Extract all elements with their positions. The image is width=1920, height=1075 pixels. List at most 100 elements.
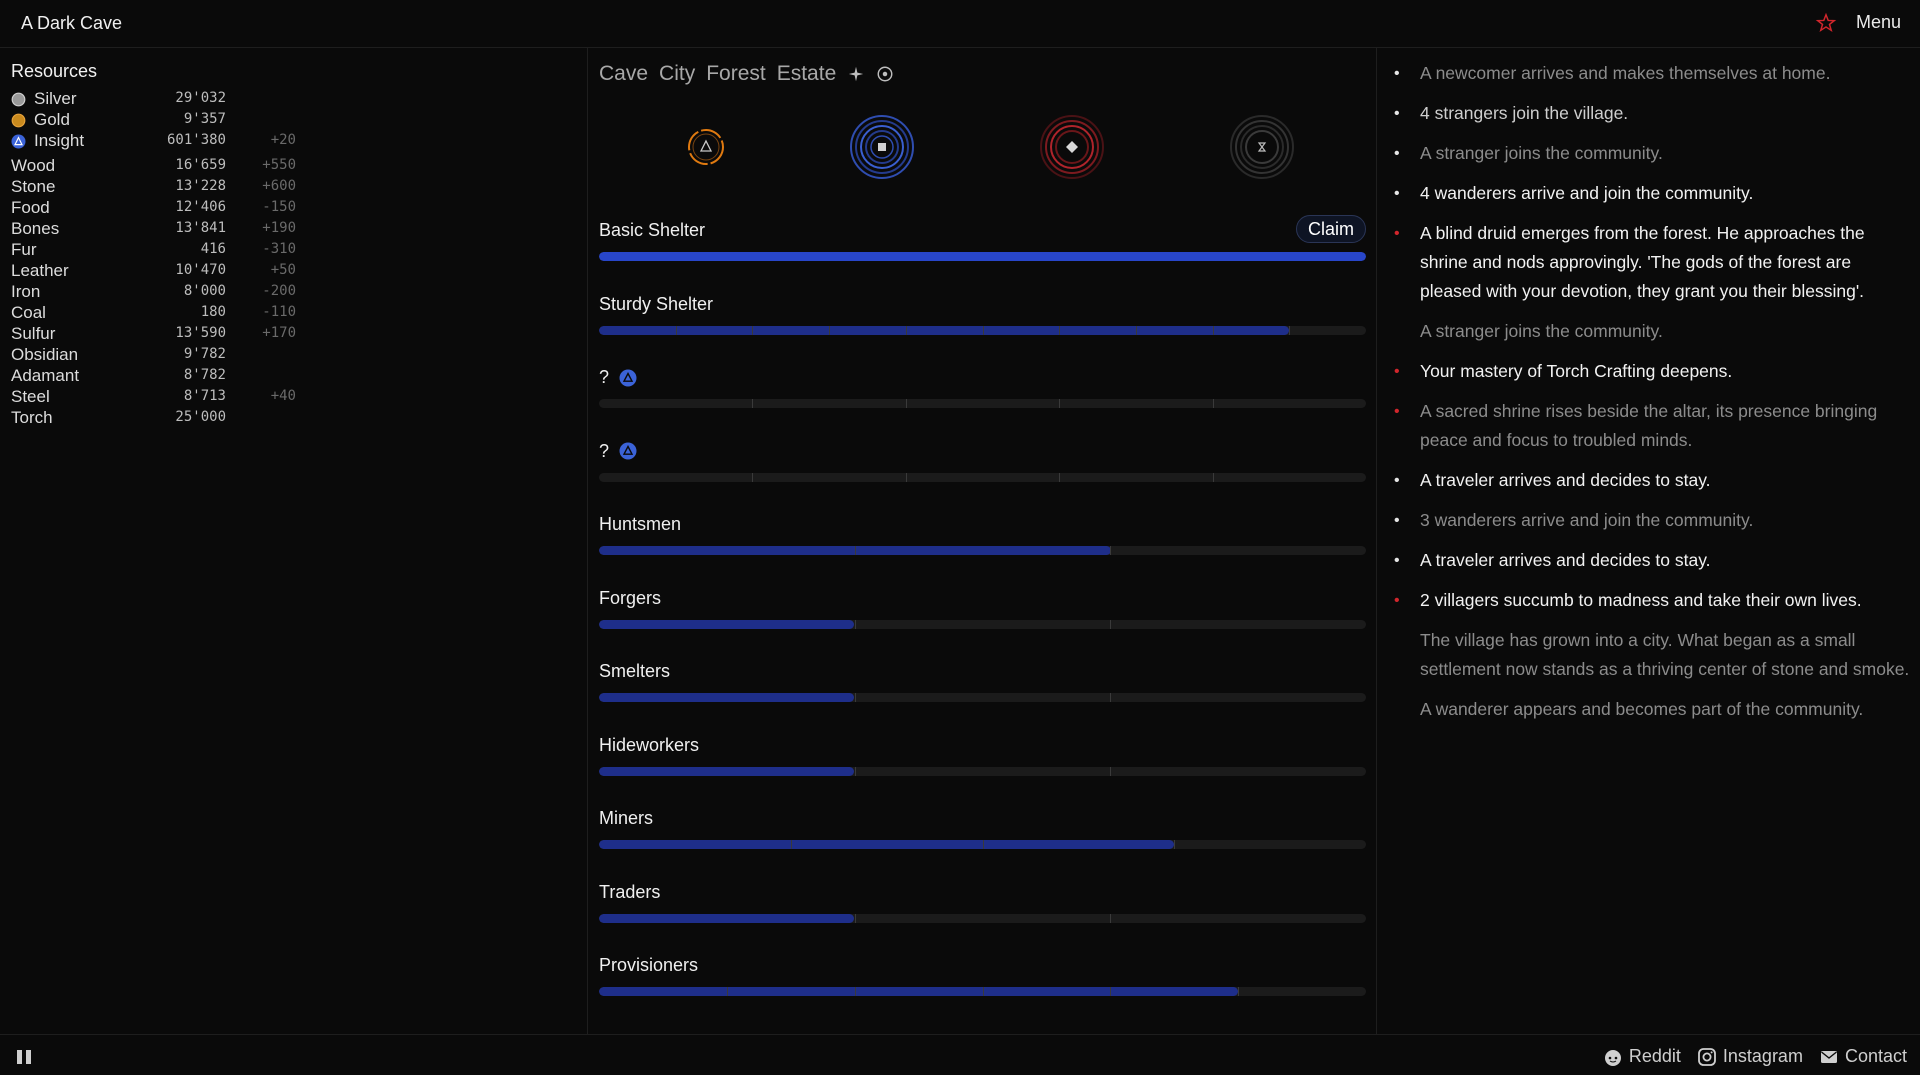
progress-tick — [855, 766, 856, 776]
tab-forest[interactable]: Forest — [706, 62, 766, 86]
job-label: Forgers — [599, 587, 662, 608]
log-bullet: • — [1394, 512, 1400, 529]
resource-row-gold: Gold 9'357 — [11, 110, 311, 131]
instagram-link[interactable]: Instagram — [1697, 1046, 1803, 1067]
progress-tick — [1213, 325, 1214, 335]
log-text: The village has grown into a city. What … — [1420, 630, 1910, 679]
job-miners[interactable]: Miners — [599, 808, 1366, 868]
log-bullet: • — [1394, 472, 1400, 489]
resource-name: Bones — [11, 219, 60, 238]
progress-tick — [906, 472, 907, 482]
progress-tick — [855, 913, 856, 923]
event-log: • A newcomer arrives and makes themselves… — [1390, 59, 1910, 735]
triangle-ring-icon[interactable] — [673, 114, 739, 180]
unknown-label: ? — [599, 367, 610, 387]
resource-name: Food — [11, 198, 50, 217]
progress-tick — [906, 325, 907, 335]
insight-triangle-icon — [619, 369, 637, 386]
bottom-bar: Reddit Instagram Contact — [0, 1034, 1920, 1075]
job-provisioners[interactable]: Provisioners — [599, 955, 1366, 1015]
progress-tick — [727, 987, 728, 996]
tab-cave[interactable]: Cave — [599, 62, 648, 86]
job-hideworkers[interactable]: Hideworkers — [599, 735, 1366, 795]
job-locked[interactable]: ? — [599, 367, 1366, 427]
resource-name: Insight — [34, 131, 85, 150]
progress-fill — [599, 693, 855, 702]
job-label: Huntsmen — [599, 514, 682, 534]
job-forgers[interactable]: Forgers — [599, 588, 1366, 648]
focus-rings — [588, 114, 1377, 184]
resource-amount: 29'032 — [175, 90, 226, 106]
log-text: A stranger joins the community. — [1420, 143, 1663, 163]
top-bar: A Dark Cave Menu — [0, 0, 1920, 48]
resource-row-adamant: Adamant 8'782 — [11, 366, 311, 387]
progress-tick — [1213, 399, 1214, 408]
resource-amount: 9'782 — [183, 346, 226, 362]
square-ring-icon[interactable] — [849, 114, 915, 180]
job-sturdy-shelter[interactable]: Sturdy Shelter — [599, 294, 1366, 354]
log-text: A traveler arrives and decides to stay. — [1420, 470, 1711, 490]
log-entry: • A newcomer arrives and makes themselves… — [1390, 59, 1910, 88]
log-text: A stranger joins the community. — [1420, 321, 1663, 341]
resource-rate: +190 — [262, 220, 296, 236]
tab-city[interactable]: City — [659, 62, 695, 86]
progress-tick — [855, 546, 856, 555]
resource-row-obsidian: Obsidian 9'782 — [11, 345, 311, 366]
resource-amount: 16'659 — [175, 157, 226, 173]
silver-coin-icon — [11, 92, 26, 107]
pause-icon[interactable] — [16, 1049, 32, 1065]
instagram-label: Instagram — [1722, 1046, 1803, 1066]
gold-coin-icon — [11, 113, 26, 128]
job-traders[interactable]: Traders — [599, 882, 1366, 942]
progress-tick — [1238, 987, 1239, 996]
job-huntsmen[interactable]: Huntsmen — [599, 514, 1366, 574]
log-entry: • 2 villagers succumb to madness and take… — [1390, 586, 1910, 615]
progress-bar — [599, 399, 1366, 408]
resource-row-silver: Silver 29'032 — [11, 89, 311, 110]
progress-bar — [599, 840, 1366, 849]
claim-button[interactable]: Claim — [1295, 215, 1366, 243]
reddit-link[interactable]: Reddit — [1603, 1046, 1681, 1067]
resource-amount: 9'357 — [183, 111, 226, 127]
log-entry: • 4 wanderers arrive and join the communi… — [1390, 179, 1910, 208]
menu-button[interactable]: Menu — [1856, 12, 1901, 33]
reddit-label: Reddit — [1628, 1046, 1681, 1066]
resource-row-sulfur: Sulfur 13'590 +170 — [11, 324, 311, 345]
location-tabs: Cave City Forest Estate — [599, 62, 894, 86]
progress-bar — [599, 987, 1366, 996]
contact-link[interactable]: Contact — [1819, 1046, 1907, 1067]
diamond-ring-icon[interactable] — [1039, 114, 1105, 180]
resources-list: Silver 29'032 Gold 9'357 Insight 601'380 +20 Wo… — [11, 89, 311, 429]
progress-tick — [855, 693, 856, 702]
job-basic-shelter[interactable]: Basic Shelter Claim — [599, 215, 1366, 280]
circle-target-icon[interactable] — [876, 65, 894, 83]
log-entry: • 4 strangers join the village. — [1390, 99, 1910, 128]
log-text: A wanderer appears and becomes part of t… — [1420, 699, 1864, 719]
progress-tick — [1110, 546, 1111, 555]
progress-bar — [599, 619, 1366, 629]
log-bullet: • — [1394, 592, 1400, 609]
job-smelters[interactable]: Smelters — [599, 661, 1366, 721]
star-icon[interactable] — [1815, 12, 1837, 34]
progress-tick — [829, 325, 830, 335]
resource-name: Stone — [11, 177, 56, 196]
resource-row-fur: Fur 416 -310 — [11, 240, 311, 261]
resource-name: Sulfur — [11, 324, 56, 343]
compass-star-icon[interactable] — [847, 65, 865, 83]
resource-amount: 8'000 — [183, 283, 226, 299]
job-locked[interactable]: ? — [599, 441, 1366, 501]
resources-title: Resources — [11, 61, 98, 81]
resource-name: Adamant — [11, 366, 80, 385]
unknown-label: ? — [599, 440, 610, 461]
log-text: 3 wanderers arrive and join the communit… — [1420, 510, 1754, 530]
resource-amount: 180 — [200, 304, 226, 320]
progress-tick — [983, 325, 984, 335]
resource-row-leather: Leather 10'470 +50 — [11, 261, 311, 282]
resource-row-steel: Steel 8'713 +40 — [11, 387, 311, 408]
log-bullet: • — [1394, 403, 1400, 420]
hourglass-ring-icon[interactable] — [1229, 114, 1295, 180]
locked-job-label: ? — [599, 441, 637, 462]
tab-estate[interactable]: Estate — [777, 62, 837, 86]
log-entry: • A traveler arrives and decides to stay. — [1390, 466, 1910, 495]
resource-row-iron: Iron 8'000 -200 — [11, 282, 311, 303]
